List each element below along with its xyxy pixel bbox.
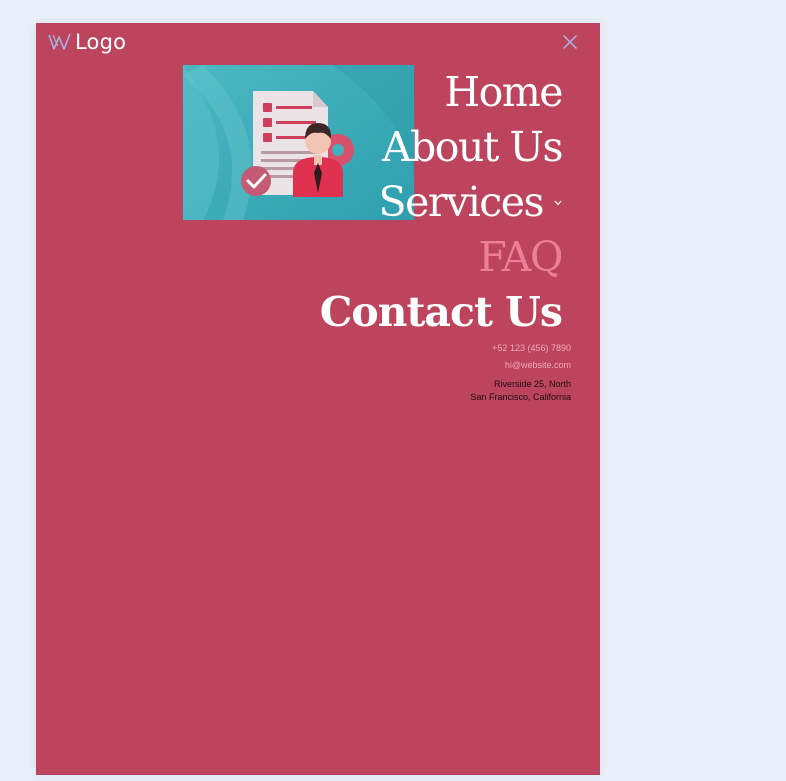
nav-item-about-us[interactable]: About Us [381,120,564,175]
close-button[interactable] [561,34,579,54]
nav-item-home[interactable]: Home [444,65,563,120]
email-link[interactable]: hi@website.com [470,360,571,371]
close-icon [563,34,577,54]
nav-item-label: Home [444,68,563,116]
logo[interactable]: Logo [48,30,126,54]
nav-item-faq[interactable]: FAQ [478,230,563,285]
phone-link[interactable]: +52 123 (456) 7890 [470,343,571,354]
address-line-1: Riverside 25, North [493,379,571,389]
nav-item-label: About Us [381,123,564,171]
main-nav: Home About Us Services FAQ Contact Us [319,65,564,340]
nav-item-contact-us[interactable]: Contact Us [319,285,563,340]
w-logo-icon [48,33,72,51]
logo-text: Logo [75,29,127,54]
mobile-menu-panel: Logo Home About Us Services FAQ Contact … [36,23,600,775]
nav-item-label: Services [378,178,545,226]
contact-info: +52 123 (456) 7890 hi@website.com Rivers… [470,343,571,404]
chevron-down-icon[interactable] [553,198,562,207]
nav-item-label: Contact Us [319,288,563,336]
nav-item-services[interactable]: Services [379,175,563,230]
nav-item-label: FAQ [478,233,563,281]
address-line-2: San Francisco, California [470,392,571,402]
